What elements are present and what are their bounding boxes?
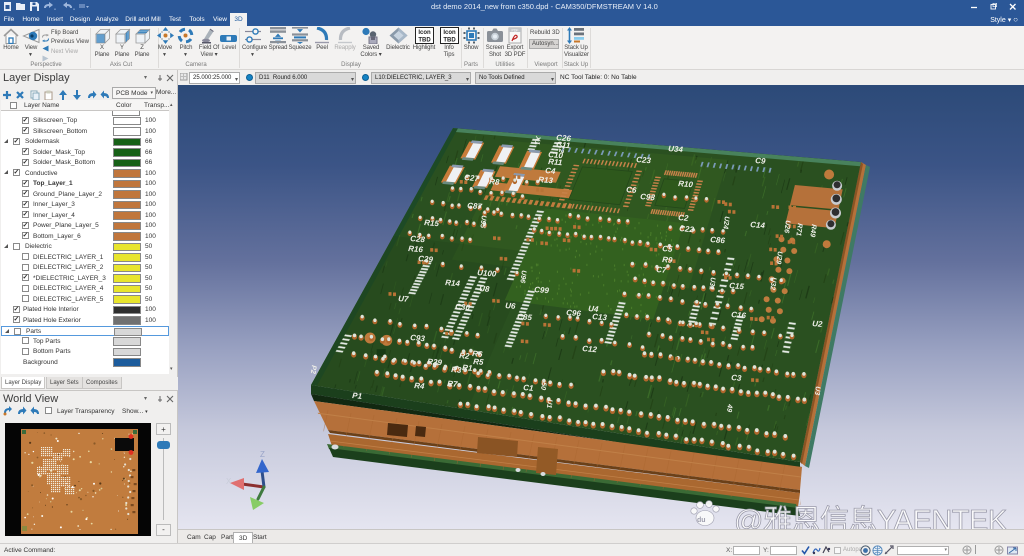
svg-text:R4: R4 — [414, 381, 426, 391]
svg-text:P1: P1 — [352, 391, 363, 401]
svg-text:U6: U6 — [505, 301, 517, 311]
svg-text:R9: R9 — [662, 255, 674, 265]
svg-text:U100: U100 — [477, 268, 497, 279]
svg-text:C22: C22 — [679, 224, 695, 234]
svg-text:U3: U3 — [813, 386, 821, 396]
svg-text:C87: C87 — [467, 201, 483, 211]
svg-text:C98: C98 — [640, 192, 656, 202]
svg-text:R10: R10 — [678, 179, 694, 189]
svg-text:C93: C93 — [410, 333, 426, 343]
svg-text:C86: C86 — [710, 235, 726, 245]
svg-text:C23: C23 — [636, 155, 652, 165]
svg-text:R15: R15 — [424, 218, 440, 228]
svg-text:R29: R29 — [427, 357, 443, 367]
svg-text:P2: P2 — [309, 365, 317, 374]
svg-text:C7: C7 — [656, 265, 668, 275]
svg-text:C4: C4 — [545, 166, 557, 176]
svg-text:R1: R1 — [462, 363, 474, 373]
svg-text:X1: X1 — [533, 135, 541, 145]
svg-text:C30: C30 — [455, 302, 471, 312]
svg-text:R8: R8 — [489, 177, 501, 187]
svg-text:X2: X2 — [557, 143, 565, 153]
svg-text:du: du — [697, 517, 706, 524]
svg-text:C99: C99 — [534, 285, 550, 295]
svg-text:C2: C2 — [678, 213, 690, 223]
svg-text:49: 49 — [725, 403, 733, 413]
svg-text:X: X — [226, 477, 232, 486]
svg-text:Icon: Icon — [443, 30, 456, 36]
svg-text:U7: U7 — [398, 294, 410, 304]
svg-text:C15: C15 — [729, 281, 745, 291]
svg-text:50: 50 — [539, 382, 547, 391]
svg-text:C14: C14 — [750, 220, 766, 230]
svg-text:R16: R16 — [408, 244, 424, 254]
svg-text:R7: R7 — [447, 379, 459, 389]
svg-text:C29: C29 — [418, 254, 434, 264]
svg-text:C96: C96 — [566, 308, 582, 318]
svg-text:U1: U1 — [545, 399, 553, 409]
svg-text:U8: U8 — [479, 284, 491, 294]
svg-text:C9: C9 — [755, 156, 767, 166]
svg-text:C1: C1 — [523, 383, 535, 393]
svg-text:R2: R2 — [459, 351, 471, 361]
svg-text:C12: C12 — [582, 344, 598, 354]
svg-text:C85: C85 — [517, 312, 533, 322]
svg-text:R13: R13 — [538, 175, 554, 185]
svg-text:C16: C16 — [731, 310, 747, 320]
svg-text:TBD: TBD — [418, 38, 431, 44]
svg-text:U34: U34 — [668, 144, 684, 154]
svg-text:C28: C28 — [410, 234, 426, 244]
svg-text:U2: U2 — [812, 319, 824, 329]
svg-text:C6: C6 — [626, 185, 638, 195]
svg-text:PDF: PDF — [512, 29, 519, 33]
svg-text:TBD: TBD — [443, 38, 456, 44]
svg-text:C27: C27 — [464, 173, 480, 183]
svg-text:Z: Z — [260, 450, 265, 459]
svg-text:Icon: Icon — [418, 30, 431, 36]
svg-text:R3: R3 — [451, 365, 463, 375]
svg-text:R5: R5 — [473, 357, 485, 367]
svg-text:R14: R14 — [445, 278, 461, 288]
svg-text:C5: C5 — [662, 244, 674, 254]
svg-text:C13: C13 — [592, 312, 608, 322]
svg-text:C3: C3 — [731, 373, 743, 383]
